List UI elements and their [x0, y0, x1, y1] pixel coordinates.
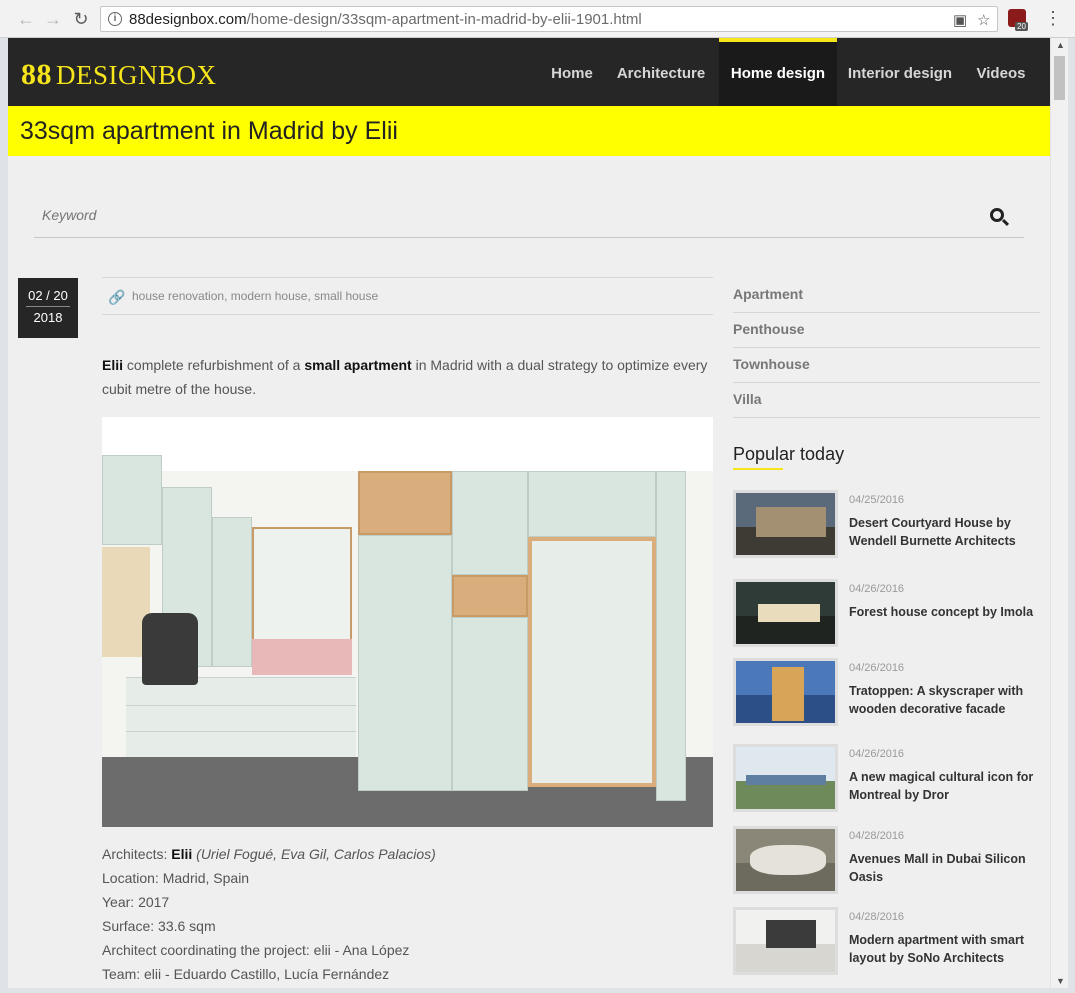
nav-interior-design[interactable]: Interior design [837, 38, 963, 106]
back-icon[interactable]: ← [16, 9, 36, 29]
page-title: 33sqm apartment in Madrid by Elii [20, 117, 398, 145]
popular-title[interactable]: Tratoppen: A skyscraper with wooden deco… [849, 682, 1039, 718]
popular-thumb[interactable] [733, 579, 838, 647]
popular-date: 04/26/2016 [849, 748, 905, 760]
tags-list[interactable]: house renovation, modern house, small ho… [132, 289, 378, 303]
scroll-up-icon[interactable]: ▲ [1056, 40, 1065, 50]
date-year: 2018 [33, 310, 63, 325]
tags-row: 🔗 house renovation, modern house, small … [102, 277, 713, 315]
forward-icon[interactable]: → [43, 9, 63, 29]
popular-item[interactable]: 04/25/2016 Desert Courtyard House by Wen… [733, 490, 1040, 560]
title-bar: 33sqm apartment in Madrid by Elii [8, 106, 1050, 156]
nav-architecture[interactable]: Architecture [606, 38, 716, 106]
popular-title[interactable]: Desert Courtyard House by Wendell Burnet… [849, 514, 1039, 550]
category-apartment[interactable]: Apartment [733, 278, 1040, 313]
popular-thumb[interactable] [733, 744, 838, 812]
popular-thumb[interactable] [733, 907, 838, 975]
search-bar [34, 196, 1024, 238]
browser-toolbar: ← → ↻ i 88designbox.com/home-design/33sq… [0, 0, 1075, 38]
search-input[interactable] [34, 200, 934, 230]
page-scrollbar[interactable]: ▲ ▼ [1050, 38, 1068, 988]
popular-date: 04/25/2016 [849, 494, 905, 506]
popular-date: 04/28/2016 [849, 830, 905, 842]
category-penthouse[interactable]: Penthouse [733, 313, 1040, 348]
detail-coordinating: Architect coordinating the project: elii… [102, 942, 410, 958]
popular-title[interactable]: Avenues Mall in Dubai Silicon Oasis [849, 850, 1039, 886]
bookmark-star-icon[interactable]: ☆ [977, 11, 990, 29]
info-icon[interactable]: i [108, 12, 122, 26]
popular-heading: Popular today [733, 444, 845, 464]
popular-item[interactable]: 04/26/2016 Forest house concept by Imola [733, 579, 1040, 649]
category-villa[interactable]: Villa [733, 383, 1040, 418]
popular-heading-underline [733, 468, 783, 470]
popular-item[interactable]: 04/26/2016 A new magical cultural icon f… [733, 744, 1040, 814]
category-list: Apartment Penthouse Townhouse Villa [733, 278, 1040, 418]
link-icon: 🔗 [108, 289, 126, 305]
url-text[interactable]: 88designbox.com/home-design/33sqm-apartm… [129, 11, 642, 28]
reload-icon[interactable]: ↻ [71, 9, 91, 29]
popular-date: 04/26/2016 [849, 662, 905, 674]
popular-item[interactable]: 04/28/2016 Modern apartment with smart l… [733, 907, 1040, 977]
popular-date: 04/28/2016 [849, 911, 905, 923]
page-viewport: 88 DESIGNBOX Home Architecture Home desig… [8, 38, 1050, 988]
popular-thumb[interactable] [733, 490, 838, 558]
popular-title[interactable]: Forest house concept by Imola [849, 603, 1039, 621]
search-icon[interactable] [990, 208, 1004, 222]
popular-title[interactable]: A new magical cultural icon for Montreal… [849, 768, 1039, 804]
site-header: 88 DESIGNBOX Home Architecture Home desig… [8, 38, 1050, 106]
article-details: Architects: Elii (Uriel Fogué, Eva Gil, … [102, 842, 714, 986]
logo-text: DESIGNBOX [56, 60, 217, 90]
intro-architect-link[interactable]: Elii [102, 357, 123, 373]
scrollbar-thumb[interactable] [1054, 56, 1065, 100]
popular-thumb[interactable] [733, 658, 838, 726]
detail-surface: Surface: 33.6 sqm [102, 918, 216, 934]
popular-thumb[interactable] [733, 826, 838, 894]
intro-keyword-link[interactable]: small apartment [304, 357, 411, 373]
logo-mark: 88 [21, 58, 52, 91]
extension-badge: 20 [1015, 22, 1028, 31]
popular-title[interactable]: Modern apartment with smart layout by So… [849, 931, 1039, 967]
translate-icon[interactable]: ▣ [953, 11, 967, 29]
site-logo[interactable]: 88 DESIGNBOX [21, 58, 217, 92]
detail-team: Team: elii - Eduardo Castillo, Lucía Fer… [102, 966, 390, 982]
nav-home[interactable]: Home [538, 38, 606, 106]
category-townhouse[interactable]: Townhouse [733, 348, 1040, 383]
detail-year: Year: 2017 [102, 894, 170, 910]
address-bar[interactable]: i 88designbox.com/home-design/33sqm-apar… [100, 6, 998, 32]
date-month-day: 02 / 20 [26, 288, 70, 307]
architects-link[interactable]: Elii [171, 846, 192, 862]
detail-architects: Architects: Elii (Uriel Fogué, Eva Gil, … [102, 846, 436, 862]
detail-location: Location: Madrid, Spain [102, 870, 250, 886]
article-intro: Elii complete refurbishment of a small a… [102, 357, 708, 397]
date-badge: 02 / 20 2018 [18, 278, 78, 338]
scroll-down-icon[interactable]: ▼ [1056, 976, 1065, 986]
browser-menu-icon[interactable]: ⋮ [1044, 8, 1062, 28]
popular-item[interactable]: 04/26/2016 Tratoppen: A skyscraper with … [733, 658, 1040, 728]
popular-item[interactable]: 04/28/2016 Avenues Mall in Dubai Silicon… [733, 826, 1040, 896]
nav-home-design[interactable]: Home design [719, 38, 837, 106]
popular-date: 04/26/2016 [849, 583, 905, 595]
nav-videos[interactable]: Videos [963, 38, 1039, 106]
article-main-image [102, 417, 713, 827]
